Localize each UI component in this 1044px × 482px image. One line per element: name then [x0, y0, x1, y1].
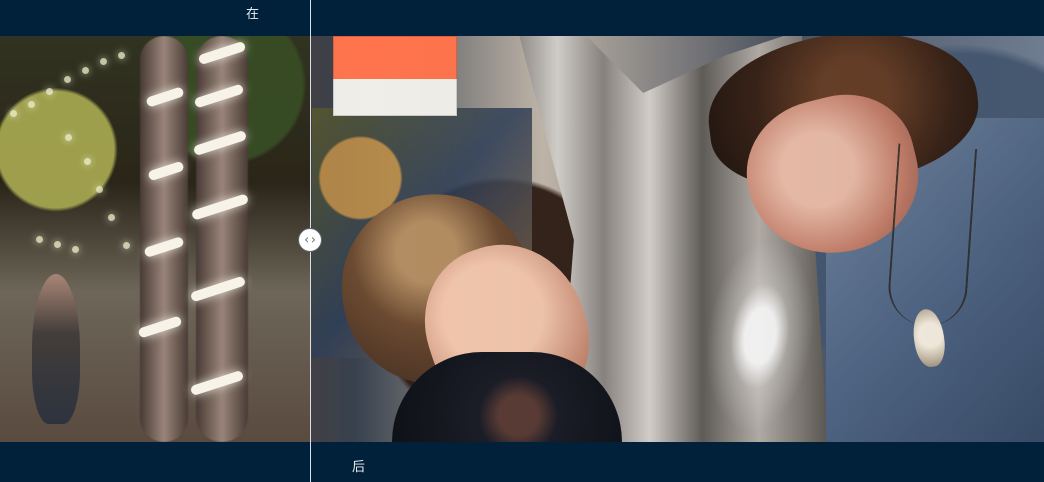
blurred-light: [123, 242, 130, 249]
before-after-compare-viewer: 在 后 ‹ ›: [0, 0, 1044, 482]
background-poster: [333, 36, 457, 116]
blurred-light: [82, 67, 89, 74]
before-label: 在: [246, 7, 260, 22]
after-label: 后: [352, 460, 366, 475]
necklace: [885, 143, 978, 329]
blurred-light: [72, 246, 79, 253]
blurred-light: [65, 134, 72, 141]
blurred-person: [32, 274, 80, 424]
blurred-light: [118, 52, 125, 59]
blurred-light: [64, 76, 71, 83]
blurred-light: [84, 158, 91, 165]
before-photo: [0, 36, 310, 442]
chevron-right-icon: ›: [311, 232, 316, 247]
blurred-light: [28, 101, 35, 108]
blurred-light: [10, 110, 17, 117]
bottom-caption-bar: [0, 442, 1044, 482]
horizontal-resize-icon: ‹ ›: [304, 234, 316, 246]
blurred-light: [36, 236, 43, 243]
blurred-light: [46, 88, 53, 95]
blurred-light: [96, 186, 103, 193]
top-caption-bar: [0, 0, 1044, 36]
image-comparison-area[interactable]: [0, 36, 1044, 442]
blurred-light: [100, 58, 107, 65]
chevron-left-icon: ‹: [304, 232, 309, 247]
blurred-light: [108, 214, 115, 221]
comparison-slider-handle[interactable]: ‹ ›: [298, 228, 322, 252]
blurred-light: [54, 241, 61, 248]
